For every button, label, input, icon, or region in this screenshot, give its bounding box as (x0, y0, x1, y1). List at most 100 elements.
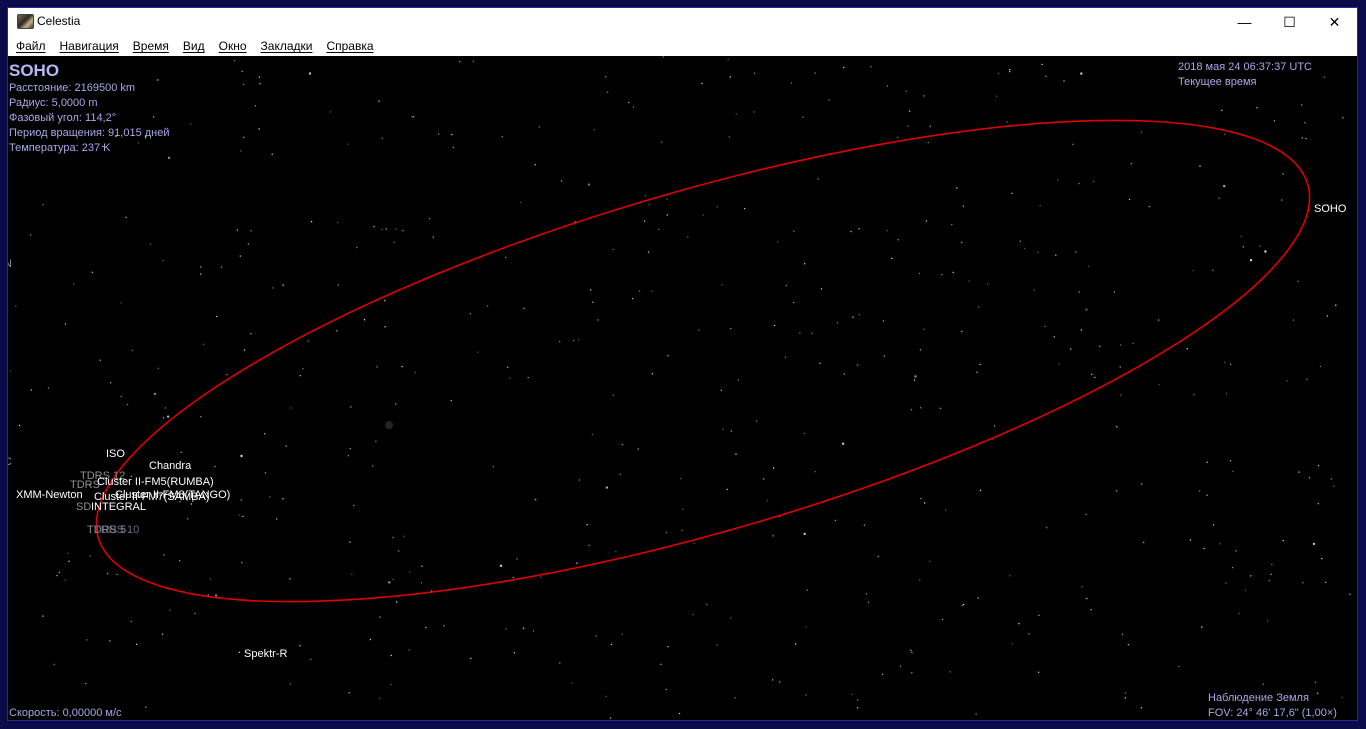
close-button[interactable]: ✕ (1312, 8, 1357, 36)
label-cluster-tango[interactable]: Cluster II-FM8(TANGO) (115, 489, 230, 501)
star (729, 76, 731, 78)
star (73, 283, 75, 285)
star (337, 221, 339, 224)
star (236, 229, 238, 231)
star (272, 287, 274, 289)
star (1206, 494, 1208, 496)
star (1028, 633, 1030, 635)
menu-file[interactable]: Файл (8, 39, 53, 53)
celestia-app-icon[interactable] (17, 14, 34, 29)
radius-readout: Радиус: 5,0000 m (9, 97, 98, 109)
star (667, 355, 669, 357)
maximize-button[interactable]: ☐ (1267, 8, 1312, 36)
label-cluster-rumba[interactable]: Cluster II-FM5(RUMBA) (97, 476, 214, 488)
star (907, 125, 909, 127)
title-bar[interactable]: Celestia — ☐ ✕ (8, 8, 1357, 36)
label-spektr-r[interactable]: Spektr-R (244, 648, 287, 660)
menu-navigation[interactable]: Навигация (53, 39, 126, 53)
star (302, 368, 304, 370)
star (1203, 547, 1205, 550)
star (1232, 470, 1234, 472)
menu-view[interactable]: Вид (176, 39, 212, 53)
time-mode: Текущее время (1178, 76, 1257, 88)
star (395, 228, 397, 230)
menu-bookmarks[interactable]: Закладки (254, 39, 320, 53)
star (1080, 72, 1083, 75)
star (189, 123, 192, 125)
star (414, 371, 416, 374)
star (290, 407, 292, 409)
star (1342, 117, 1344, 119)
star (773, 324, 776, 327)
star (501, 136, 503, 138)
menu-help[interactable]: Справка (319, 39, 380, 53)
star (886, 85, 889, 87)
star (619, 473, 622, 476)
star (1009, 575, 1011, 577)
star (722, 428, 724, 430)
star (1201, 626, 1203, 628)
star (1230, 363, 1232, 365)
star (29, 234, 32, 236)
star (1330, 478, 1333, 480)
rotation-period-readout: Период вращения: 91,015 дней (9, 127, 170, 139)
star (486, 305, 489, 307)
star (125, 216, 127, 219)
star (1212, 269, 1214, 271)
label-xmm-newton[interactable]: XMM-Newton (16, 489, 83, 501)
star (242, 515, 244, 518)
star (1113, 291, 1116, 293)
star (372, 465, 374, 467)
star (631, 297, 634, 300)
star (1019, 240, 1021, 242)
label-edge-n[interactable]: N (8, 258, 12, 270)
label-chandra[interactable]: Chandra (149, 460, 191, 472)
star (167, 416, 170, 418)
label-soho[interactable]: SOHO (1314, 203, 1346, 215)
star (1273, 120, 1276, 122)
star (667, 646, 669, 648)
star (993, 425, 996, 427)
star (793, 230, 795, 232)
star (513, 652, 516, 654)
star (120, 302, 122, 304)
datetime-readout: 2018 мая 24 06:37:37 UTC (1178, 61, 1312, 73)
star (1124, 697, 1127, 699)
star (269, 496, 271, 498)
star (1099, 345, 1101, 347)
menu-window[interactable]: Окно (212, 39, 254, 53)
label-edge-c[interactable]: C (8, 456, 12, 468)
star (534, 164, 536, 166)
star (240, 454, 243, 458)
star (106, 572, 109, 575)
star (459, 61, 461, 63)
minimize-button[interactable]: — (1222, 8, 1267, 36)
space-viewport[interactable]: SOHO Расстояние: 2169500 km Радиус: 5,00… (8, 56, 1357, 720)
star (131, 349, 134, 351)
star (429, 218, 431, 220)
star (1250, 575, 1252, 577)
label-sd-partial[interactable]: SD (76, 501, 91, 513)
star (425, 626, 427, 629)
star (532, 630, 535, 632)
star (986, 283, 989, 285)
star-field (10, 56, 1351, 719)
label-integral[interactable]: INTEGRAL (91, 501, 146, 513)
label-iso[interactable]: ISO (106, 448, 125, 460)
star (956, 187, 958, 189)
star (310, 658, 312, 661)
distance-readout: Расстояние: 2169500 km (9, 82, 136, 94)
star (1270, 573, 1272, 576)
star (329, 111, 331, 113)
star (1301, 104, 1303, 106)
menu-time[interactable]: Время (126, 39, 176, 53)
star (1259, 245, 1261, 247)
star (1140, 707, 1143, 709)
star (1085, 308, 1088, 311)
window-title: Celestia (37, 14, 81, 28)
star (1262, 683, 1265, 685)
star (726, 488, 728, 491)
star (512, 576, 514, 579)
star (209, 578, 212, 580)
label-tdrs-10[interactable]: TDRS 10 (94, 524, 139, 536)
